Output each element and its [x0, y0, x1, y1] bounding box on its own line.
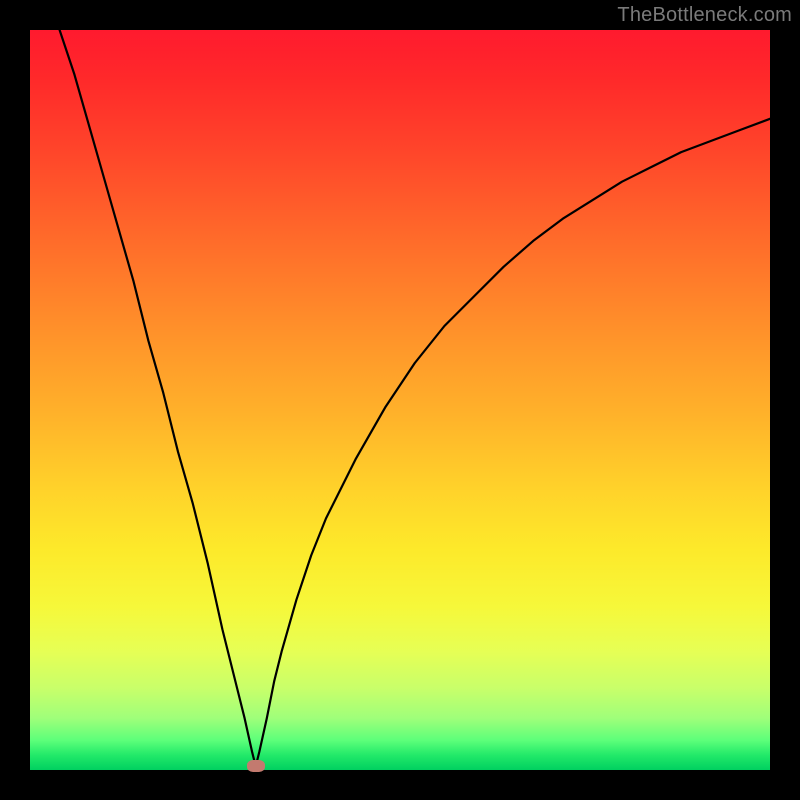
minimum-marker: [247, 760, 265, 772]
watermark-text: TheBottleneck.com: [617, 4, 792, 27]
curve-svg: [30, 30, 770, 770]
plot-area: [30, 30, 770, 770]
chart-frame: TheBottleneck.com: [0, 0, 800, 800]
bottleneck-curve: [60, 30, 770, 766]
